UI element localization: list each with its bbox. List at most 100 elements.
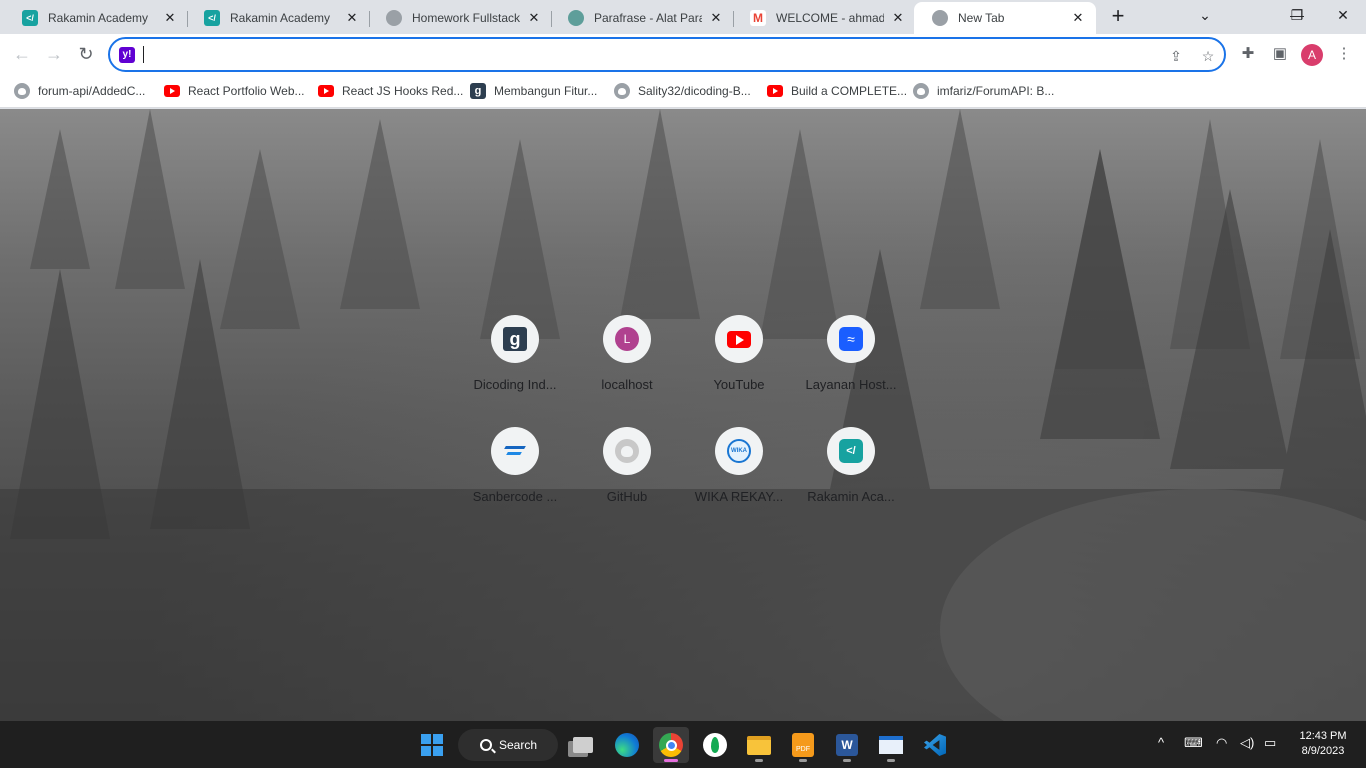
bookmark-item[interactable]: imfariz/ForumAPI: B...: [913, 82, 1054, 100]
windows-start-icon[interactable]: [414, 727, 450, 763]
profile-avatar[interactable]: A: [1301, 44, 1323, 66]
bookmark-item[interactable]: React Portfolio Web...: [164, 82, 305, 100]
bookmark-label: React Portfolio Web...: [188, 84, 305, 98]
word-icon[interactable]: W: [829, 727, 865, 763]
bookmark-item[interactable]: Sality32/dicoding-B...: [614, 82, 751, 100]
tab-rakamin-2[interactable]: </ Rakamin Academy ✕: [186, 2, 370, 34]
tab-title: Rakamin Academy: [230, 11, 331, 25]
bookmark-item[interactable]: Build a COMPLETE...: [767, 82, 907, 100]
wifi-icon[interactable]: ◠: [1216, 735, 1227, 751]
tab-parafrase[interactable]: Parafrase - Alat Parafra ✕: [550, 2, 734, 34]
shortcut-tile[interactable]: Sanbercode ...: [459, 427, 571, 527]
bookmark-label: Membangun Fitur...: [494, 84, 598, 98]
edge-icon[interactable]: [609, 727, 645, 763]
shortcut-label: Layanan Host...: [805, 377, 897, 392]
rakamin-icon: </: [22, 10, 38, 26]
close-icon[interactable]: ✕: [890, 10, 906, 26]
rakamin-icon: </: [204, 10, 220, 26]
bookmark-item[interactable]: g Membangun Fitur...: [470, 82, 597, 100]
bookmark-label: Sality32/dicoding-B...: [638, 84, 751, 98]
bookmark-star-icon[interactable]: ☆: [1198, 46, 1218, 66]
close-icon[interactable]: ✕: [708, 10, 724, 26]
globe-icon: [932, 10, 948, 26]
youtube-icon: [767, 83, 783, 99]
tab-rakamin-1[interactable]: </ Rakamin Academy ✕: [4, 2, 188, 34]
mongodb-compass-icon[interactable]: [697, 727, 733, 763]
share-icon[interactable]: ⇪: [1166, 46, 1186, 66]
tab-new-tab[interactable]: New Tab ✕: [914, 2, 1096, 34]
shortcut-tile[interactable]: g Dicoding Ind...: [459, 315, 571, 415]
system-clock[interactable]: 12:43 PM 8/9/2023: [1290, 729, 1356, 759]
menu-kebab-icon[interactable]: ⋮: [1334, 44, 1354, 64]
keyboard-icon[interactable]: ⌨: [1184, 735, 1203, 751]
shortcut-icon-circle: [603, 427, 651, 475]
battery-icon[interactable]: ▭: [1264, 735, 1276, 751]
media-app-icon[interactable]: [873, 727, 909, 763]
shortcut-icon-circle: g: [491, 315, 539, 363]
back-arrow-icon[interactable]: ←: [10, 42, 34, 66]
tab-search-chevron-icon[interactable]: ⌄: [1182, 0, 1228, 32]
globe-icon: [386, 10, 402, 26]
windows-taskbar: Search PDF W ^ ⌨ ◠ ◁) ▭ 12:43 PM 8/9/202…: [0, 721, 1366, 768]
bookmarks-bar: forum-api/AddedC... React Portfolio Web.…: [0, 74, 1366, 108]
youtube-icon: [727, 330, 751, 348]
volume-icon[interactable]: ◁): [1240, 735, 1254, 751]
bookmark-item[interactable]: forum-api/AddedC...: [14, 82, 145, 100]
address-bar[interactable]: y! ⇪ ☆: [108, 37, 1226, 72]
letter-l-icon: L: [615, 327, 639, 351]
address-input[interactable]: [142, 44, 1122, 65]
shortcut-tile[interactable]: YouTube: [683, 315, 795, 415]
shortcut-icon-circle: [715, 315, 763, 363]
shortcut-label: Sanbercode ...: [472, 489, 558, 504]
shortcut-tile[interactable]: ≈ Layanan Host...: [795, 315, 907, 415]
github-icon: [615, 439, 639, 463]
shortcut-tile[interactable]: L localhost: [571, 315, 683, 415]
gmail-icon: M: [750, 10, 766, 26]
tab-title: Rakamin Academy: [48, 11, 149, 25]
hosting-icon: ≈: [839, 327, 863, 351]
clock-date: 8/9/2023: [1301, 745, 1345, 757]
close-icon[interactable]: ✕: [162, 10, 178, 26]
restore-icon[interactable]: ❐: [1274, 0, 1320, 32]
close-icon[interactable]: ✕: [1070, 10, 1086, 26]
shortcut-icon-circle: [491, 427, 539, 475]
search-icon: [480, 739, 492, 751]
taskbar-search-button[interactable]: Search: [458, 729, 558, 761]
close-icon[interactable]: ✕: [344, 10, 360, 26]
bookmark-item[interactable]: React JS Hooks Red...: [318, 82, 463, 100]
window-close-icon[interactable]: ✕: [1320, 0, 1366, 32]
dicoding-icon: g: [503, 327, 527, 351]
shortcut-tile[interactable]: GitHub: [571, 427, 683, 527]
pdf-app-icon[interactable]: PDF: [785, 727, 821, 763]
github-icon: [614, 83, 630, 99]
shortcut-label: WIKA REKAY...: [694, 489, 784, 504]
shortcut-tile[interactable]: WIKA WIKA REKAY...: [683, 427, 795, 527]
shortcut-icon-circle: WIKA: [715, 427, 763, 475]
chrome-icon[interactable]: [653, 727, 689, 763]
github-icon: [14, 83, 30, 99]
dicoding-icon: g: [470, 83, 486, 99]
bookmark-label: forum-api/AddedC...: [38, 84, 146, 98]
forward-arrow-icon[interactable]: →: [42, 42, 66, 66]
shortcut-tile[interactable]: </ Rakamin Aca...: [795, 427, 907, 527]
reload-icon[interactable]: ↻: [74, 42, 98, 66]
bookmark-label: React JS Hooks Red...: [342, 84, 464, 98]
shortcut-label: Rakamin Aca...: [807, 489, 895, 504]
side-panel-icon[interactable]: ▣: [1270, 44, 1290, 64]
extensions-puzzle-icon[interactable]: ✚: [1238, 44, 1258, 64]
yahoo-search-icon: y!: [119, 47, 135, 63]
task-view-icon[interactable]: [565, 727, 601, 763]
forest-background-image: [0, 109, 1366, 721]
shortcut-icon-circle: </: [827, 427, 875, 475]
shortcut-label: GitHub: [606, 489, 648, 504]
shortcut-label: YouTube: [713, 377, 765, 392]
close-icon[interactable]: ✕: [526, 10, 542, 26]
tab-gmail[interactable]: M WELCOME - ahmad.sa ✕: [732, 2, 916, 34]
tab-title: New Tab: [958, 11, 1005, 25]
tab-strip: </ Rakamin Academy ✕ </ Rakamin Academy …: [0, 0, 1366, 34]
file-explorer-icon[interactable]: [741, 727, 777, 763]
tab-homework[interactable]: Homework Fullstack W ✕: [368, 2, 552, 34]
vscode-icon[interactable]: [917, 727, 953, 763]
new-tab-button[interactable]: +: [1104, 5, 1132, 29]
chevron-up-icon[interactable]: ^: [1158, 735, 1164, 750]
